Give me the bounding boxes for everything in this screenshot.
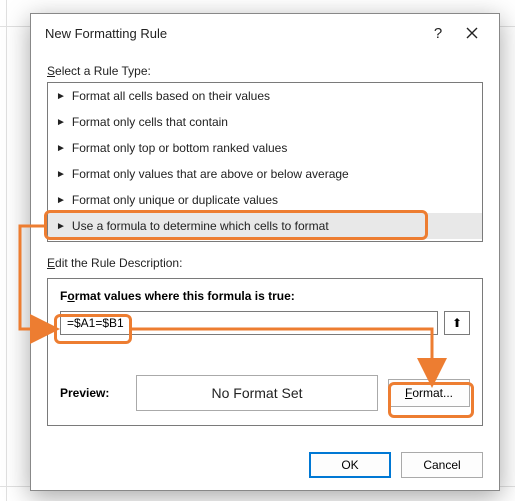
rule-type-label: Format only values that are above or bel… [72, 167, 349, 181]
dialog-title: New Formatting Rule [45, 26, 167, 41]
format-values-where-label: Format values where this formula is true… [60, 289, 470, 303]
rule-type-label: Format all cells based on their values [72, 89, 270, 103]
rule-type-list[interactable]: ►Format all cells based on their values … [47, 82, 483, 242]
rule-type-item[interactable]: ►Format only top or bottom ranked values [48, 135, 482, 161]
select-rule-type-label: Select a Rule Type: [47, 64, 483, 78]
formula-input[interactable] [60, 311, 438, 335]
collapse-dialog-icon[interactable]: ⬆ [444, 311, 470, 335]
help-icon[interactable]: ? [421, 18, 455, 48]
rule-type-item-selected[interactable]: ►Use a formula to determine which cells … [48, 213, 482, 239]
preview-label: Preview: [60, 386, 126, 400]
rule-description-panel: Format values where this formula is true… [47, 278, 483, 426]
close-icon[interactable] [455, 18, 489, 48]
format-button[interactable]: Format... [388, 379, 470, 407]
ok-button[interactable]: OK [309, 452, 391, 478]
preview-box: No Format Set [136, 375, 378, 411]
dialog-footer: OK Cancel [31, 440, 499, 490]
new-formatting-rule-dialog: New Formatting Rule ? Select a Rule Type… [30, 13, 500, 491]
cancel-button[interactable]: Cancel [401, 452, 483, 478]
rule-type-item[interactable]: ►Format only unique or duplicate values [48, 187, 482, 213]
rule-type-item[interactable]: ►Format all cells based on their values [48, 83, 482, 109]
titlebar: New Formatting Rule ? [31, 14, 499, 52]
rule-type-label: Use a formula to determine which cells t… [72, 219, 329, 233]
edit-rule-description-label: Edit the Rule Description: [47, 256, 483, 270]
rule-type-label: Format only cells that contain [72, 115, 228, 129]
rule-type-label: Format only top or bottom ranked values [72, 141, 287, 155]
rule-type-item[interactable]: ►Format only values that are above or be… [48, 161, 482, 187]
rule-type-label: Format only unique or duplicate values [72, 193, 278, 207]
rule-type-item[interactable]: ►Format only cells that contain [48, 109, 482, 135]
